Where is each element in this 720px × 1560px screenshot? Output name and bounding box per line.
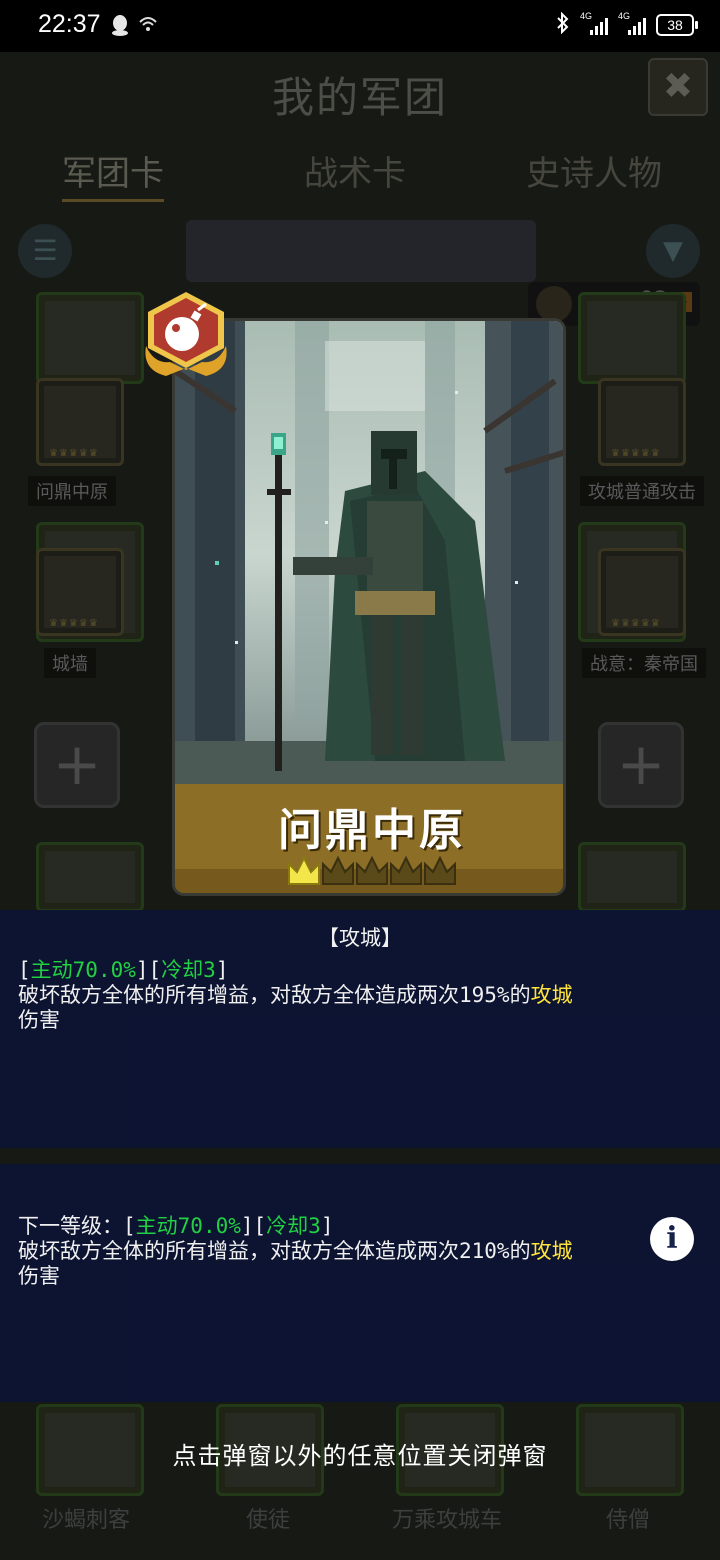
card-label: 攻城普通攻击 [580,476,704,506]
background-card[interactable] [36,842,144,912]
status-time: 22:37 [38,10,101,38]
status-right-cluster: 4G 4G 38 [556,11,698,38]
card-label: 侍僧 [606,1508,651,1533]
cooldown: 冷却3 [161,958,216,982]
next-level-description: 下一等级：[主动70.0%][冷却3] 破坏敌方全体的所有增益，对敌方全体造成两… [18,1214,573,1288]
skill-card: 问鼎中原 [172,318,566,896]
skill-title: 【攻城】 [318,926,402,950]
tab-tactic-cards[interactable]: 战术卡 [304,146,406,195]
card-name-banner: 问鼎中原 [175,784,563,893]
tab-epic-characters[interactable]: 史诗人物 [526,146,662,195]
next-level-panel: 下一等级：[主动70.0%][冷却3] 破坏敌方全体的所有增益，对敌方全体造成两… [0,1164,720,1402]
signal-2-icon: 4G [618,11,646,37]
signal-1-icon: 4G [580,11,608,37]
bomb-badge-icon [145,292,227,376]
card-label: 沙蝎刺客 [42,1508,131,1533]
card-label: 城墙 [44,648,96,678]
card-name: 问鼎中原 [278,805,466,856]
card-label: 战意：秦帝国 [582,648,706,678]
close-hint: 点击弹窗以外的任意位置关闭弹窗 [172,1442,548,1470]
next-cooldown: 冷却3 [266,1214,321,1238]
equipped-slot[interactable]: ♛♛♛♛♛ [36,548,124,636]
card-label: 问鼎中原 [28,476,116,506]
search-input[interactable] [186,220,536,282]
next-skill-keyword: 攻城 [530,1239,573,1263]
tab-legion-cards[interactable]: 军团卡 [62,146,164,202]
equipped-slot[interactable]: ♛♛♛♛♛ [598,378,686,466]
close-button[interactable]: ✖ [648,58,708,116]
crown-empty-icon [322,855,354,885]
bluetooth-icon [556,11,570,38]
battery-indicator: 38 [656,14,698,36]
page-title: 我的军团 [271,73,448,122]
qq-notification-icon [110,14,130,41]
skill-info-panel: 【攻城】 [主动70.0%][冷却3] 破坏敌方全体的所有增益，对敌方全体造成两… [0,910,720,1148]
background-card[interactable] [36,292,144,384]
tab-bar: 军团卡 战术卡 史诗人物 [0,142,720,202]
skill-keyword: 攻城 [530,983,573,1007]
card-artwork [175,321,563,787]
crown-filled-icon [288,855,320,885]
equipped-slot[interactable]: ♛♛♛♛♛ [36,378,124,466]
equipped-slot[interactable]: ♛♛♛♛♛ [598,548,686,636]
card-label: 使徒 [246,1508,291,1533]
active-rate: 主动70.0% [30,958,136,982]
add-slot-button[interactable]: + [598,722,684,808]
background-card[interactable] [578,292,686,384]
crown-empty-icon [390,855,422,885]
list-view-button[interactable]: ☰ [18,224,72,278]
laurel-emblem-icon [536,286,572,322]
crown-empty-icon [356,855,388,885]
skill-description: [主动70.0%][冷却3] 破坏敌方全体的所有增益，对敌方全体造成两次195%… [18,958,573,1032]
status-bar: 22:37 4G 4G 38 [0,0,720,52]
info-icon[interactable]: i [650,1217,694,1261]
next-active-rate: 主动70.0% [135,1214,241,1238]
card-label: 万乘攻城车 [392,1508,503,1533]
crown-empty-icon [424,855,456,885]
wifi-hotspot-icon [138,14,158,39]
add-slot-button[interactable]: + [34,722,120,808]
background-card[interactable] [578,842,686,912]
filter-button[interactable]: ▼ [646,224,700,278]
level-crowns [288,855,456,885]
